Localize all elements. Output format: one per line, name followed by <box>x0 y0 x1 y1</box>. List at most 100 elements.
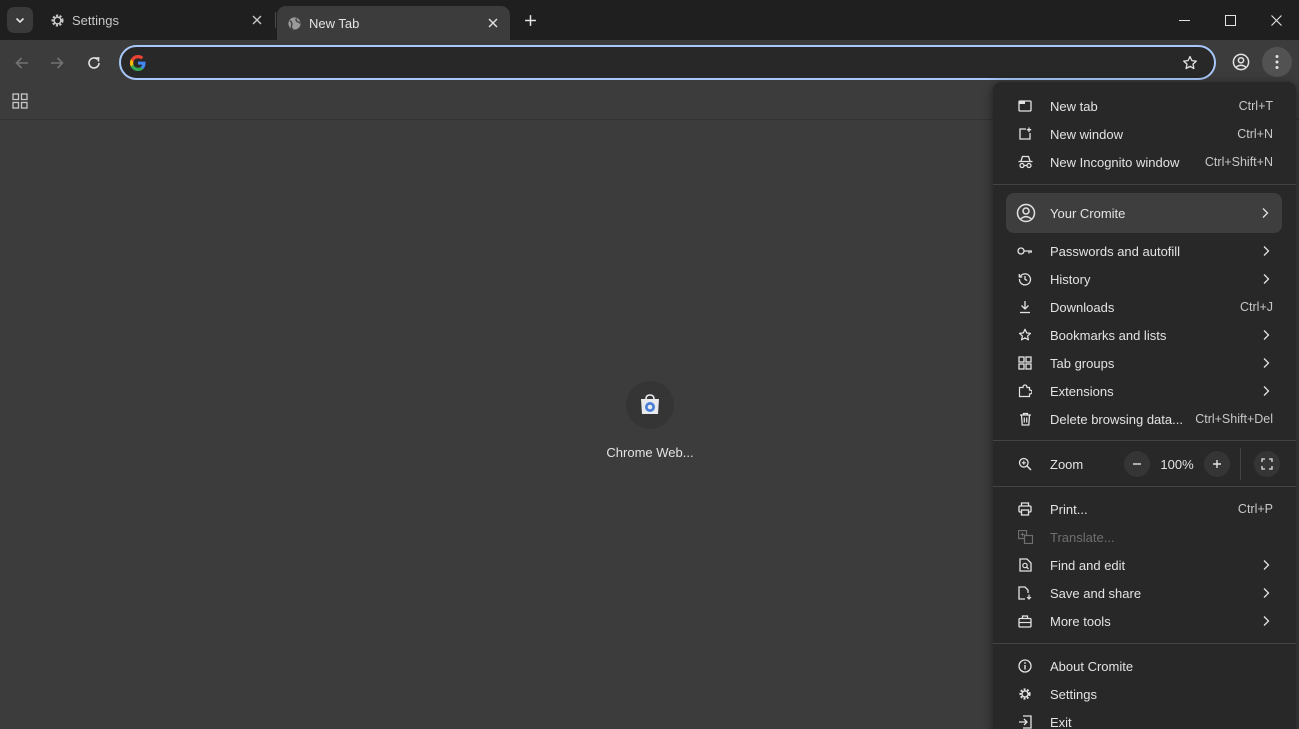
chevron-right-icon <box>1260 245 1272 257</box>
menu-item-profile[interactable]: Your Cromite <box>1006 193 1282 233</box>
profile-button[interactable] <box>1229 50 1253 74</box>
minimize-button[interactable] <box>1161 0 1207 40</box>
chevron-right-icon <box>1260 273 1272 285</box>
omnibox-input[interactable] <box>155 51 1165 74</box>
close-icon[interactable] <box>248 11 266 29</box>
plus-icon <box>1213 460 1221 468</box>
shortcut-label: Chrome Web... <box>606 445 694 460</box>
reload-button[interactable] <box>81 50 107 76</box>
chevron-right-icon <box>1260 559 1272 571</box>
reload-icon <box>88 57 100 69</box>
tab-groups-icon <box>1017 355 1033 371</box>
new-tab-button[interactable] <box>518 8 542 32</box>
printer-icon <box>1017 501 1033 517</box>
tab-title: Settings <box>72 12 119 28</box>
menu-item-tab-groups[interactable]: Tab groups <box>993 349 1296 377</box>
more-vertical-icon <box>1275 55 1279 69</box>
zoom-divider <box>1240 448 1241 480</box>
new-tab-icon <box>1017 98 1033 114</box>
zoom-in-button[interactable] <box>1204 451 1230 477</box>
menu-item-extensions[interactable]: Extensions <box>993 377 1296 405</box>
toolbox-icon <box>1017 613 1033 629</box>
apps-button[interactable] <box>10 91 30 111</box>
account-circle-icon <box>1232 53 1250 71</box>
new-window-icon <box>1017 126 1033 142</box>
close-icon[interactable] <box>484 14 502 32</box>
chevron-right-icon <box>1260 329 1272 341</box>
chevron-right-icon <box>1260 615 1272 627</box>
exit-icon <box>1017 714 1033 729</box>
tab-new-tab[interactable]: New Tab <box>277 6 510 40</box>
trash-icon <box>1017 411 1033 427</box>
close-icon <box>1270 14 1282 26</box>
tab-search-button[interactable] <box>7 7 33 33</box>
incognito-icon <box>1017 154 1033 170</box>
chevron-right-icon <box>1260 357 1272 369</box>
menu-item-new-incognito-window[interactable]: New Incognito window Ctrl+Shift+N <box>993 148 1296 176</box>
fullscreen-icon <box>1261 458 1273 470</box>
menu-item-delete-browsing-data[interactable]: Delete browsing data... Ctrl+Shift+Del <box>993 405 1296 433</box>
arrow-left-icon <box>15 57 28 69</box>
fullscreen-button[interactable] <box>1254 451 1280 477</box>
maximize-icon <box>1224 14 1236 26</box>
app-menu-button[interactable] <box>1262 47 1292 77</box>
find-page-icon <box>1017 557 1033 573</box>
menu-item-new-window[interactable]: New window Ctrl+N <box>993 120 1296 148</box>
gear-icon <box>49 12 65 28</box>
menu-item-settings[interactable]: Settings <box>993 680 1296 708</box>
menu-separator <box>993 184 1296 185</box>
menu-item-about[interactable]: About Cromite <box>993 652 1296 680</box>
puzzle-icon <box>1017 383 1033 399</box>
menu-item-bookmarks[interactable]: Bookmarks and lists <box>993 321 1296 349</box>
app-menu: New tab Ctrl+T New window Ctrl+N New Inc… <box>993 82 1296 729</box>
account-circle-icon <box>1015 202 1037 224</box>
menu-item-save-and-share[interactable]: Save and share <box>993 579 1296 607</box>
back-button[interactable] <box>9 50 35 76</box>
shortcut-icon-tile <box>626 381 674 429</box>
toolbar <box>0 40 1299 85</box>
star-icon <box>1017 327 1033 343</box>
google-g-icon <box>130 55 146 71</box>
maximize-button[interactable] <box>1207 0 1253 40</box>
key-icon <box>1017 243 1033 259</box>
menu-item-more-tools[interactable]: More tools <box>993 607 1296 635</box>
menu-item-exit[interactable]: Exit <box>993 708 1296 729</box>
browser-window: Settings New Tab Chrome Web... New tab C… <box>0 0 1299 729</box>
menu-separator <box>993 643 1296 644</box>
forward-button[interactable] <box>44 50 70 76</box>
shortcut-tile[interactable]: Chrome Web... <box>598 379 702 469</box>
zoom-out-button[interactable] <box>1124 451 1150 477</box>
history-icon <box>1017 271 1033 287</box>
menu-item-print[interactable]: Print... Ctrl+P <box>993 495 1296 523</box>
menu-separator <box>993 486 1296 487</box>
plus-icon <box>524 14 536 26</box>
save-share-icon <box>1017 585 1033 601</box>
bookmark-star-icon[interactable] <box>1180 53 1200 73</box>
tab-strip: Settings New Tab <box>0 0 1299 40</box>
apps-grid-icon <box>12 93 28 109</box>
tab-separator <box>275 12 276 28</box>
chevron-right-icon <box>1260 587 1272 599</box>
minus-icon <box>1133 463 1141 465</box>
menu-item-passwords[interactable]: Passwords and autofill <box>993 237 1296 265</box>
arrow-right-icon <box>51 57 64 69</box>
menu-item-new-tab[interactable]: New tab Ctrl+T <box>993 92 1296 120</box>
zoom-row: Zoom 100% <box>993 448 1296 480</box>
menu-item-translate[interactable]: Translate... <box>993 523 1296 551</box>
zoom-icon <box>1017 456 1033 472</box>
chevron-right-icon <box>1260 385 1272 397</box>
menu-item-history[interactable]: History <box>993 265 1296 293</box>
info-icon <box>1017 658 1033 674</box>
menu-item-find-and-edit[interactable]: Find and edit <box>993 551 1296 579</box>
window-close-button[interactable] <box>1253 0 1299 40</box>
minimize-icon <box>1178 19 1190 21</box>
chrome-web-store-icon <box>641 394 659 414</box>
address-bar[interactable] <box>119 45 1216 80</box>
gear-icon <box>1017 686 1033 702</box>
chevron-down-icon <box>15 17 25 24</box>
menu-item-downloads[interactable]: Downloads Ctrl+J <box>993 293 1296 321</box>
chevron-right-icon <box>1259 207 1271 219</box>
tab-settings[interactable]: Settings <box>40 0 274 40</box>
menu-separator <box>993 440 1296 441</box>
globe-icon <box>286 15 302 31</box>
